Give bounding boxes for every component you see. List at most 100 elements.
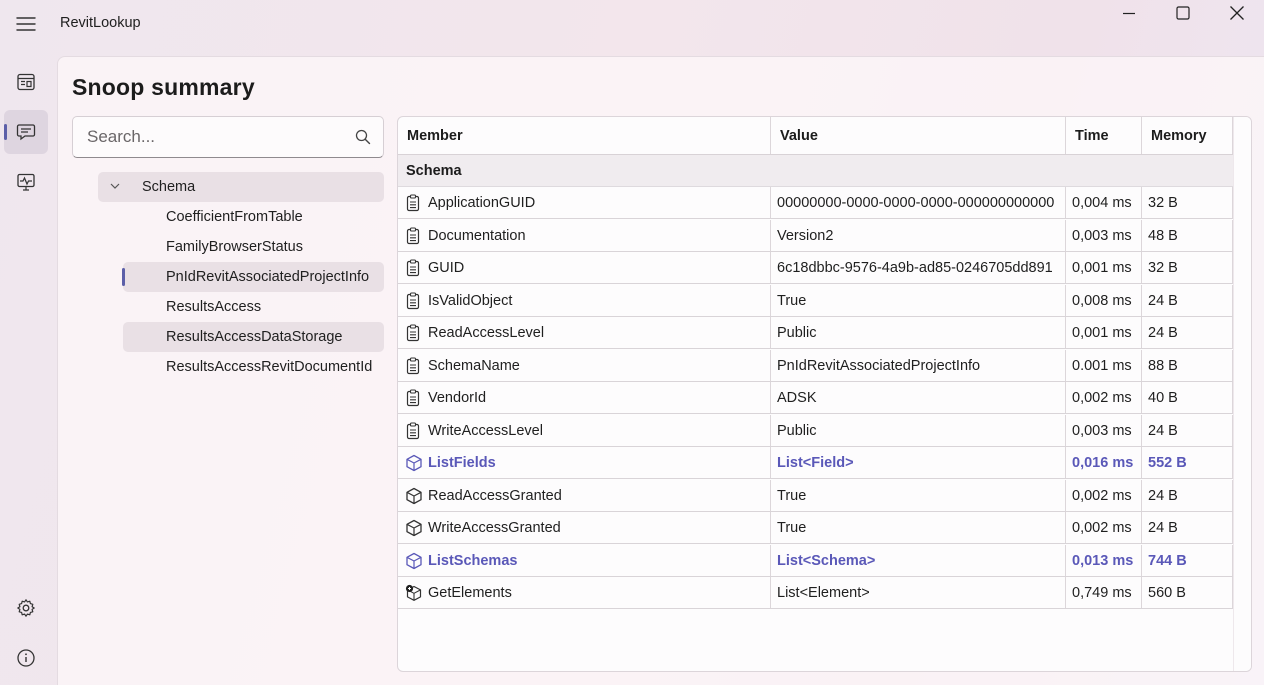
column-header-value[interactable]: Value <box>771 117 1066 154</box>
cell-member: WriteAccessLevel <box>398 414 771 446</box>
info-icon <box>17 649 35 667</box>
cell-member: ListFields <box>398 447 771 478</box>
table-row[interactable]: IsValidObject True 0,008 ms 24 B <box>398 284 1233 317</box>
cell-value: PnIdRevitAssociatedProjectInfo <box>771 349 1066 381</box>
group-header-row[interactable]: Schema <box>398 155 1233 187</box>
cell-time: 0.001 ms <box>1066 349 1142 381</box>
property-icon <box>405 194 421 212</box>
table-row[interactable]: Documentation Version2 0,003 ms 48 B <box>398 219 1233 252</box>
table-row[interactable]: WriteAccessGranted True 0,002 ms 24 B <box>398 512 1233 544</box>
cell-memory: 24 B <box>1142 317 1233 348</box>
method-cube-icon <box>405 454 423 472</box>
vertical-scrollbar[interactable] <box>1233 117 1251 671</box>
cell-memory: 24 B <box>1142 284 1233 316</box>
nav-settings-button[interactable] <box>4 586 48 630</box>
monitor-pulse-icon <box>17 173 35 191</box>
method-cube-icon <box>406 454 422 472</box>
table-row[interactable]: WriteAccessLevel Public 0,003 ms 24 B <box>398 414 1233 447</box>
cell-value: 00000000-0000-0000-0000-000000000000 <box>771 187 1066 218</box>
cell-time: 0,749 ms <box>1066 577 1142 608</box>
cell-memory: 560 B <box>1142 577 1233 608</box>
close-icon <box>1230 6 1244 20</box>
cell-time: 0,004 ms <box>1066 187 1142 218</box>
cell-value: List<Schema> <box>771 544 1066 576</box>
table-row[interactable]: SchemaName PnIdRevitAssociatedProjectInfo… <box>398 349 1233 382</box>
nav-about-button[interactable] <box>4 636 48 680</box>
method-cube-icon <box>406 519 422 537</box>
members-grid: Member Value Time Memory Schema Applicat… <box>397 116 1252 672</box>
hamburger-menu-button[interactable] <box>10 10 42 38</box>
cell-member: VendorId <box>398 382 771 413</box>
maximize-button[interactable] <box>1157 0 1209 26</box>
tree-item[interactable]: CoefficientFromTable <box>123 202 384 232</box>
tree-item[interactable]: ResultsAccess <box>123 292 384 322</box>
method-cube-icon <box>406 552 422 569</box>
member-name: ListFields <box>428 455 496 471</box>
column-header-member[interactable]: Member <box>398 117 771 154</box>
cell-memory: 744 B <box>1142 544 1233 576</box>
member-name: WriteAccessLevel <box>428 422 543 439</box>
search-icon <box>355 129 371 145</box>
property-icon <box>406 324 420 342</box>
property-icon <box>405 324 421 342</box>
cell-time: 0,001 ms <box>1066 252 1142 283</box>
member-name: Documentation <box>428 227 526 244</box>
property-icon <box>406 421 420 439</box>
nav-snoop-summary-button[interactable] <box>4 110 48 154</box>
table-row[interactable]: ReadAccessGranted True 0,002 ms 24 B <box>398 479 1233 512</box>
table-row[interactable]: ReadAccessLevel Public 0,001 ms 24 B <box>398 317 1233 349</box>
tree-item-selected[interactable]: PnIdRevitAssociatedProjectInfo <box>122 262 384 292</box>
cell-value: ADSK <box>771 382 1066 413</box>
minimize-button[interactable] <box>1103 0 1155 26</box>
minimize-icon <box>1123 12 1135 15</box>
active-nav-indicator <box>4 124 7 140</box>
tree-item-hovered[interactable]: ResultsAccessDataStorage <box>123 322 384 352</box>
cell-time: 0,016 ms <box>1066 447 1142 478</box>
property-icon <box>406 259 420 277</box>
chevron-down-icon <box>110 183 120 189</box>
tree-item[interactable]: ResultsAccessRevitDocumentId <box>123 352 384 382</box>
table-row[interactable]: ApplicationGUID 00000000-0000-0000-0000-0… <box>398 187 1233 219</box>
cell-member: ReadAccessLevel <box>398 317 771 348</box>
cell-memory: 24 B <box>1142 479 1233 511</box>
property-icon <box>406 226 420 244</box>
table-row[interactable]: GetElements List<Element> 0,749 ms 560 B <box>398 577 1233 609</box>
method-cube-icon <box>405 552 423 570</box>
cell-member: ApplicationGUID <box>398 187 771 218</box>
cell-value: List<Field> <box>771 447 1066 478</box>
cell-member: ListSchemas <box>398 544 771 576</box>
title-bar: RevitLookup <box>0 0 1264 48</box>
table-row[interactable]: ListFields List<Field> 0,016 ms 552 B <box>398 447 1233 479</box>
close-button[interactable] <box>1211 0 1263 26</box>
table-row[interactable]: GUID 6c18dbbc-9576-4a9b-ad85-0246705dd891… <box>398 252 1233 284</box>
extension-method-icon <box>405 584 422 601</box>
search-button[interactable] <box>355 129 371 145</box>
cell-time: 0,013 ms <box>1066 544 1142 576</box>
cell-value: True <box>771 284 1066 316</box>
member-name: VendorId <box>428 390 487 406</box>
column-header-memory[interactable]: Memory <box>1142 117 1233 154</box>
property-icon <box>405 259 421 277</box>
cell-value: Public <box>771 317 1066 348</box>
cell-member: GUID <box>398 252 771 283</box>
search-input[interactable] <box>73 117 347 157</box>
tree-item-label: FamilyBrowserStatus <box>166 239 303 255</box>
nav-events-monitor-button[interactable] <box>4 160 48 204</box>
tree-node-label: Schema <box>142 179 196 195</box>
tree-item-label: ResultsAccess <box>166 299 262 315</box>
cell-memory: 88 B <box>1142 349 1233 381</box>
table-row[interactable]: ListSchemas List<Schema> 0,013 ms 744 B <box>398 544 1233 577</box>
cell-memory: 40 B <box>1142 382 1233 413</box>
method-cube-icon <box>406 487 422 504</box>
tree-item[interactable]: FamilyBrowserStatus <box>123 232 384 262</box>
nav-dashboard-button[interactable] <box>4 60 48 104</box>
group-header-label: Schema <box>406 163 462 179</box>
table-row[interactable]: VendorId ADSK 0,002 ms 40 B <box>398 382 1233 414</box>
cell-value: 6c18dbbc-9576-4a9b-ad85-0246705dd891 <box>771 252 1066 283</box>
search-box[interactable] <box>72 116 384 158</box>
cell-memory: 32 B <box>1142 187 1233 218</box>
grid-header: Member Value Time Memory <box>398 117 1233 155</box>
tree-node-schema[interactable]: Schema <box>98 172 384 202</box>
column-header-time[interactable]: Time <box>1066 117 1142 154</box>
member-name: IsValidObject <box>428 292 513 309</box>
